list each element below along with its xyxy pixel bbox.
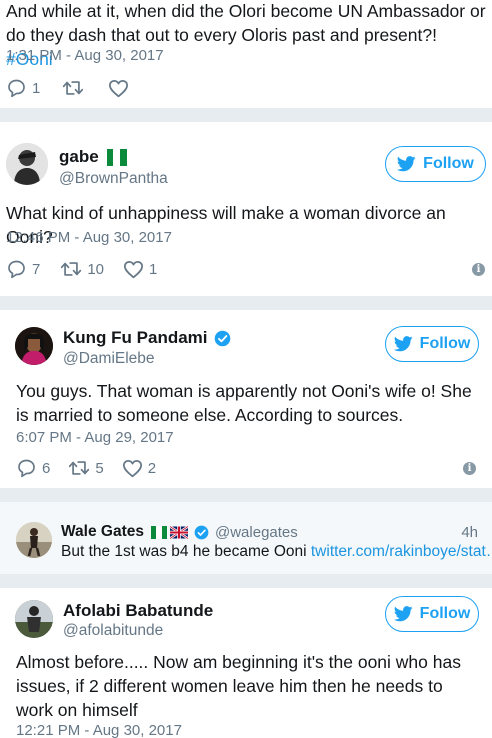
follow-button[interactable]: Follow: [385, 596, 479, 632]
reply-preview[interactable]: Wale Gates @walegates 4h But the 1st was…: [0, 502, 492, 574]
reply-count: 6: [42, 459, 51, 477]
tweet-card-4: Afolabi Babatunde @afolabitunde Follow A…: [0, 588, 492, 738]
reply-text: But the 1st was b4 he became Ooni twitte…: [61, 543, 492, 561]
user-handle[interactable]: @BrownPantha: [59, 170, 168, 188]
reply-count: 1: [32, 79, 41, 97]
info-icon[interactable]: i: [463, 462, 476, 475]
reply-button[interactable]: 1: [6, 78, 40, 98]
tweet-text-body: And while at it, when did the Olori beco…: [6, 1, 486, 45]
reply-link[interactable]: twitter.com/rakinboye/stat…: [311, 543, 492, 560]
display-name[interactable]: gabe: [59, 147, 127, 167]
verified-badge-icon: [194, 525, 209, 540]
avatar[interactable]: [15, 327, 53, 365]
tweet-actions: 6 5 2: [16, 456, 156, 480]
twitter-bird-icon: [397, 156, 416, 172]
like-count: 2: [147, 459, 157, 477]
like-button[interactable]: 1: [123, 260, 157, 279]
display-name-text: Wale Gates: [61, 523, 144, 540]
retweet-count: 10: [87, 260, 105, 278]
reply-button[interactable]: 7: [6, 259, 40, 279]
follow-label: Follow: [423, 155, 474, 172]
avatar[interactable]: [15, 600, 53, 638]
tweet-card-2: gabe @BrownPantha Follow What kind of un…: [0, 122, 492, 296]
tweet-timestamp[interactable]: 1:31 PM - Aug 30, 2017: [6, 47, 164, 64]
display-name[interactable]: Afolabi Babatunde: [63, 601, 213, 621]
tweet-actions: 1: [6, 76, 129, 100]
retweet-button[interactable]: 10: [60, 260, 104, 278]
like-button[interactable]: 2: [122, 459, 156, 478]
retweet-icon: [60, 260, 82, 278]
like-icon: [122, 459, 143, 478]
retweet-count: 5: [95, 459, 104, 477]
tweet-actions: 7 10 1: [6, 257, 157, 281]
like-icon: [108, 79, 129, 98]
like-count: 1: [149, 260, 158, 278]
twitter-bird-icon: [393, 336, 413, 352]
follow-label: Follow: [419, 605, 471, 622]
user-handle[interactable]: @afolabitunde: [63, 622, 163, 640]
follow-button[interactable]: Follow: [385, 326, 479, 362]
user-handle[interactable]: @DamiElebe: [63, 350, 155, 368]
follow-button[interactable]: Follow: [385, 146, 486, 182]
like-button[interactable]: [108, 79, 129, 98]
tweet-timestamp[interactable]: 12:21 PM - Aug 30, 2017: [16, 722, 182, 738]
retweet-icon: [68, 459, 90, 477]
tweet-text: You guys. That woman is apparently not O…: [16, 381, 472, 425]
nigeria-flag-icon: [106, 148, 127, 166]
reply-icon: [6, 259, 27, 279]
display-name[interactable]: Kung Fu Pandami: [63, 328, 231, 348]
reply-icon: [16, 458, 37, 478]
display-name-text: gabe: [59, 147, 99, 166]
uk-flag-icon: [170, 525, 188, 539]
tweet-timestamp[interactable]: 6:07 PM - Aug 29, 2017: [16, 429, 174, 446]
avatar[interactable]: [6, 143, 48, 185]
reply-time[interactable]: 4h: [461, 524, 478, 541]
reply-icon: [6, 78, 27, 98]
display-name-text: Kung Fu Pandami: [63, 328, 208, 347]
tweet-timestamp[interactable]: 12:46 PM - Aug 30, 2017: [6, 229, 172, 246]
retweet-button[interactable]: 5: [68, 459, 104, 477]
nigeria-flag-icon: [151, 525, 167, 539]
like-icon: [123, 260, 144, 279]
retweet-button[interactable]: [62, 79, 84, 97]
twitter-bird-icon: [393, 606, 413, 622]
reply-button[interactable]: 6: [16, 458, 50, 478]
tweet-text: Almost before..... Now am beginning it's…: [16, 652, 461, 720]
tweet-card-1: And while at it, when did the Olori beco…: [0, 0, 492, 108]
avatar[interactable]: [16, 522, 52, 558]
retweet-icon: [62, 79, 84, 97]
display-name[interactable]: Wale Gates @walegates: [61, 523, 298, 541]
reply-text-body: But the 1st was b4 he became Ooni: [61, 543, 311, 560]
verified-badge-icon: [214, 330, 231, 347]
follow-label: Follow: [419, 335, 471, 352]
tweet-card-3: Kung Fu Pandami @DamiElebe Follow You gu…: [0, 310, 492, 488]
reply-count: 7: [32, 260, 41, 278]
info-icon[interactable]: i: [472, 263, 485, 276]
user-handle[interactable]: @walegates: [215, 524, 298, 541]
